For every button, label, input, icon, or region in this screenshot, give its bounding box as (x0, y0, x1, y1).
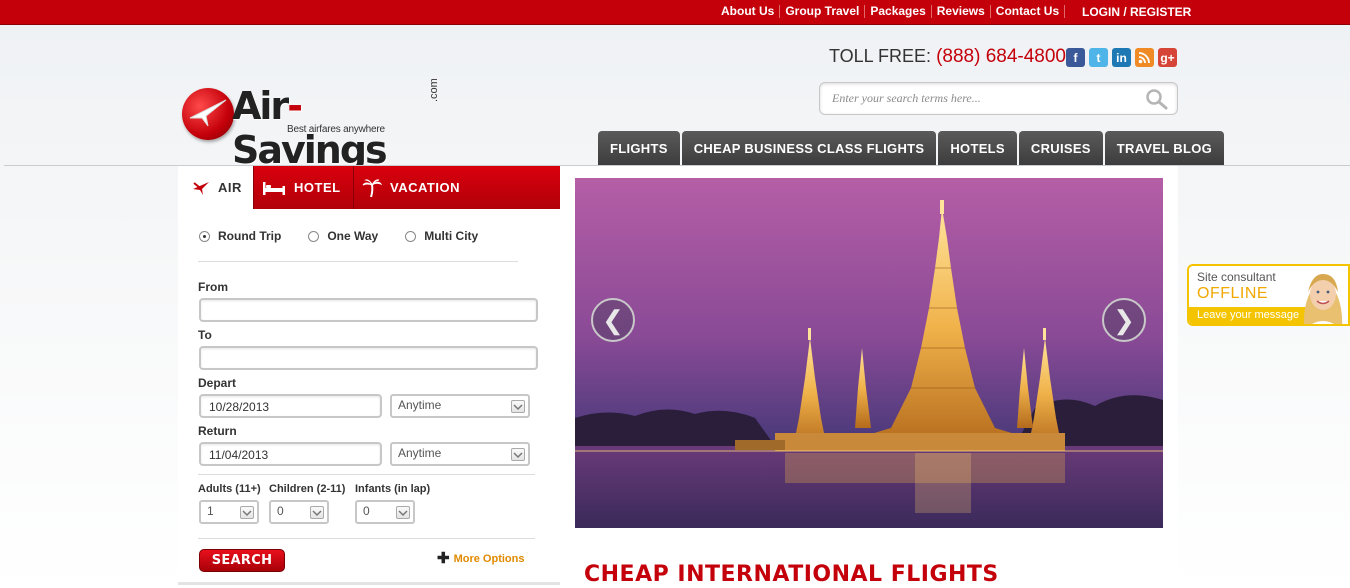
return-label: Return (198, 424, 237, 438)
divider (198, 538, 535, 539)
rss-icon[interactable] (1135, 48, 1154, 67)
children-select[interactable]: 0 (269, 500, 329, 524)
login-register-link[interactable]: LOGIN / REGISTER (1082, 5, 1191, 19)
twitter-icon[interactable]: t (1089, 48, 1108, 67)
page-heading: CHEAP INTERNATIONAL FLIGHTS (584, 562, 999, 587)
toll-free-number[interactable]: (888) 684-4800 (936, 46, 1066, 67)
toll-free-label: TOLL FREE: (829, 46, 932, 66)
infants-select[interactable]: 0 (355, 500, 415, 524)
depart-time-select[interactable]: Anytime (390, 394, 530, 418)
site-consultant-widget[interactable]: Site consultant OFFLINE Leave your messa… (1187, 264, 1350, 326)
depart-label: Depart (198, 376, 237, 390)
radio-round-trip[interactable]: Round Trip (199, 229, 281, 243)
infants-label: Infants (in lap) (355, 483, 431, 495)
nav-travel-blog[interactable]: TRAVEL BLOG (1104, 131, 1225, 166)
chevron-down-icon (511, 448, 525, 461)
adults-select[interactable]: 1 (199, 500, 259, 524)
return-time-select[interactable]: Anytime (390, 442, 530, 466)
radio-dot (405, 230, 417, 242)
plane-icon (192, 180, 210, 196)
contact-us-link[interactable]: Contact Us (991, 5, 1066, 18)
plane-logo-icon (182, 88, 234, 140)
trip-type-group: Round Trip One Way Multi City (199, 229, 505, 243)
group-travel-link[interactable]: Group Travel (780, 5, 866, 18)
plus-icon: ✚ (437, 550, 450, 567)
radio-dot (308, 230, 320, 242)
chevron-down-icon (396, 506, 410, 519)
toll-free: TOLL FREE: (888) 684-4800 (829, 46, 1066, 68)
google-plus-icon[interactable]: g+ (1158, 48, 1177, 67)
bed-icon (262, 180, 286, 196)
logo-tagline: Best airfares anywhere (287, 124, 385, 135)
nav-cheap-business-class[interactable]: CHEAP BUSINESS CLASS FLIGHTS (681, 131, 937, 166)
consultant-title: Site consultant (1197, 270, 1276, 284)
tab-hotel[interactable]: HOTEL (253, 166, 353, 209)
consultant-status: OFFLINE (1197, 285, 1269, 302)
main-nav: FLIGHTS CHEAP BUSINESS CLASS FLIGHTS HOT… (598, 131, 1225, 166)
children-label: Children (2-11) (269, 483, 346, 495)
hero-slider: ❮ ❯ (575, 178, 1163, 528)
slider-next-button[interactable]: ❯ (1102, 298, 1146, 342)
tab-air[interactable]: AIR (178, 166, 253, 209)
chevron-down-icon (310, 506, 324, 519)
radio-multi-city[interactable]: Multi City (405, 229, 478, 243)
site-logo[interactable]: Air-Savings .com Best airfares anywhere (182, 78, 447, 172)
return-date-input[interactable]: 11/04/2013 (199, 442, 382, 466)
from-input[interactable] (199, 298, 538, 322)
to-label: To (198, 328, 212, 342)
from-label: From (198, 280, 228, 294)
nav-cruises[interactable]: CRUISES (1018, 131, 1103, 166)
panel-bottom-border (178, 582, 560, 585)
linkedin-icon[interactable]: in (1112, 48, 1131, 67)
site-search (819, 82, 1178, 115)
slider-prev-button[interactable]: ❮ (591, 298, 635, 342)
logo-dotcom: .com (428, 78, 440, 102)
about-us-link[interactable]: About Us (721, 5, 781, 18)
consultant-avatar (1303, 274, 1343, 324)
leave-message-link[interactable]: Leave your message (1189, 307, 1309, 324)
search-button[interactable]: SEARCH (199, 549, 285, 572)
nav-flights[interactable]: FLIGHTS (598, 131, 680, 166)
palm-tree-icon (362, 178, 382, 197)
depart-date-input[interactable]: 10/28/2013 (199, 394, 382, 418)
top-nav: About Us Group Travel Packages Reviews C… (721, 5, 1066, 18)
divider (198, 474, 535, 475)
search-icon[interactable] (1145, 88, 1169, 115)
tab-vacation[interactable]: VACATION (353, 166, 478, 209)
nav-hotels[interactable]: HOTELS (938, 131, 1017, 166)
chevron-down-icon (511, 400, 525, 413)
to-input[interactable] (199, 346, 538, 370)
temple-photo (575, 178, 1163, 528)
divider (198, 261, 518, 262)
packages-link[interactable]: Packages (865, 5, 932, 18)
social-links: f t in g+ (1066, 48, 1177, 67)
reviews-link[interactable]: Reviews (932, 5, 991, 18)
facebook-icon[interactable]: f (1066, 48, 1085, 67)
radio-dot-selected (199, 230, 210, 242)
adults-label: Adults (11+) (198, 483, 261, 495)
search-input[interactable] (832, 91, 1132, 106)
more-options-link[interactable]: ✚ More Options (437, 550, 524, 567)
chevron-down-icon (240, 506, 254, 519)
booking-tabs: AIR HOTEL VACATION (178, 166, 560, 209)
radio-one-way[interactable]: One Way (308, 229, 378, 243)
